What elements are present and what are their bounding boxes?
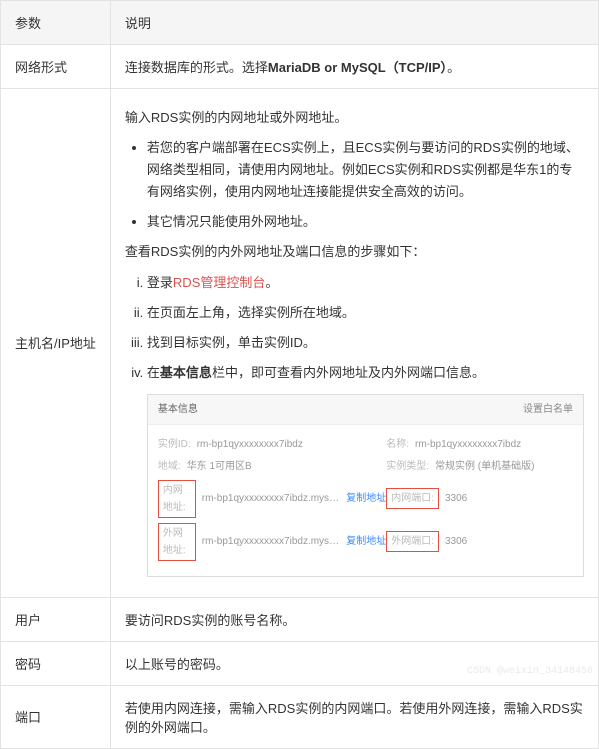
internet-addr-label: 外网地址: — [158, 523, 196, 561]
panel-row-2: 地域:华东 1可用区B 实例类型:常规实例 (单机基础版) — [158, 458, 573, 475]
label-port: 端口 — [1, 685, 111, 748]
step-4: 在基本信息栏中，即可查看内外网地址及内外网端口信息。 基本信息 设置白名单 实例… — [147, 362, 584, 577]
rds-console-link[interactable]: RDS管理控制台 — [173, 275, 265, 290]
steps-intro: 查看RDS实例的内外网地址及端口信息的步骤如下： — [125, 241, 584, 263]
bullet-external: 其它情况只能使用外网地址。 — [147, 211, 584, 233]
label-host: 主机名/IP地址 — [1, 89, 111, 598]
params-table: 参数 说明 网络形式 连接数据库的形式。选择MariaDB or MySQL（T… — [0, 0, 599, 749]
basic-info-panel: 基本信息 设置白名单 实例ID:rm-bp1qyxxxxxxxx7ibdz 名称… — [147, 394, 584, 577]
panel-row-1: 实例ID:rm-bp1qyxxxxxxxx7ibdz 名称:rm-bp1qyxx… — [158, 436, 573, 453]
header-param: 参数 — [1, 1, 111, 45]
panel-row-4: 外网地址:rm-bp1qyxxxxxxxx7ibdz.mysql.rds.ali… — [158, 523, 573, 561]
label-network: 网络形式 — [1, 45, 111, 89]
row-network: 网络形式 连接数据库的形式。选择MariaDB or MySQL（TCP/IP）… — [1, 45, 599, 89]
host-bullets: 若您的客户端部署在ECS实例上，且ECS实例与要访问的RDS实例的地域、网络类型… — [147, 137, 584, 233]
panel-row-3: 内网地址:rm-bp1qyxxxxxxxx7ibdz.mysql.rds.ali… — [158, 480, 573, 518]
desc-password: 以上账号的密码。 — [110, 641, 598, 685]
copy-intranet-addr[interactable]: 复制地址 — [346, 490, 386, 507]
row-host: 主机名/IP地址 输入RDS实例的内网地址或外网地址。 若您的客户端部署在ECS… — [1, 89, 599, 598]
label-user: 用户 — [1, 597, 111, 641]
row-password: 密码 以上账号的密码。 — [1, 641, 599, 685]
desc-user: 要访问RDS实例的账号名称。 — [110, 597, 598, 641]
desc-port: 若使用内网连接，需输入RDS实例的内网端口。若使用外网连接，需输入RDS实例的外… — [110, 685, 598, 748]
header-desc: 说明 — [110, 1, 598, 45]
panel-title: 基本信息 — [158, 401, 198, 418]
intranet-addr-label: 内网地址: — [158, 480, 196, 518]
host-steps: 登录RDS管理控制台。 在页面左上角，选择实例所在地域。 找到目标实例，单击实例… — [147, 272, 584, 577]
step-1: 登录RDS管理控制台。 — [147, 272, 584, 294]
desc-network: 连接数据库的形式。选择MariaDB or MySQL（TCP/IP）。 — [110, 45, 598, 89]
row-user: 用户 要访问RDS实例的账号名称。 — [1, 597, 599, 641]
step-2: 在页面左上角，选择实例所在地域。 — [147, 302, 584, 324]
label-password: 密码 — [1, 641, 111, 685]
host-intro: 输入RDS实例的内网地址或外网地址。 — [125, 107, 584, 129]
bullet-internal: 若您的客户端部署在ECS实例上，且ECS实例与要访问的RDS实例的地域、网络类型… — [147, 137, 584, 203]
config-whitelist[interactable]: 设置白名单 — [523, 401, 573, 418]
row-port: 端口 若使用内网连接，需输入RDS实例的内网端口。若使用外网连接，需输入RDS实… — [1, 685, 599, 748]
header-row: 参数 说明 — [1, 1, 599, 45]
desc-host: 输入RDS实例的内网地址或外网地址。 若您的客户端部署在ECS实例上，且ECS实… — [110, 89, 598, 598]
internet-port-label: 外网端口: — [386, 531, 439, 552]
step-3: 找到目标实例，单击实例ID。 — [147, 332, 584, 354]
copy-internet-addr[interactable]: 复制地址 — [346, 533, 386, 550]
intranet-port-label: 内网端口: — [386, 488, 439, 509]
